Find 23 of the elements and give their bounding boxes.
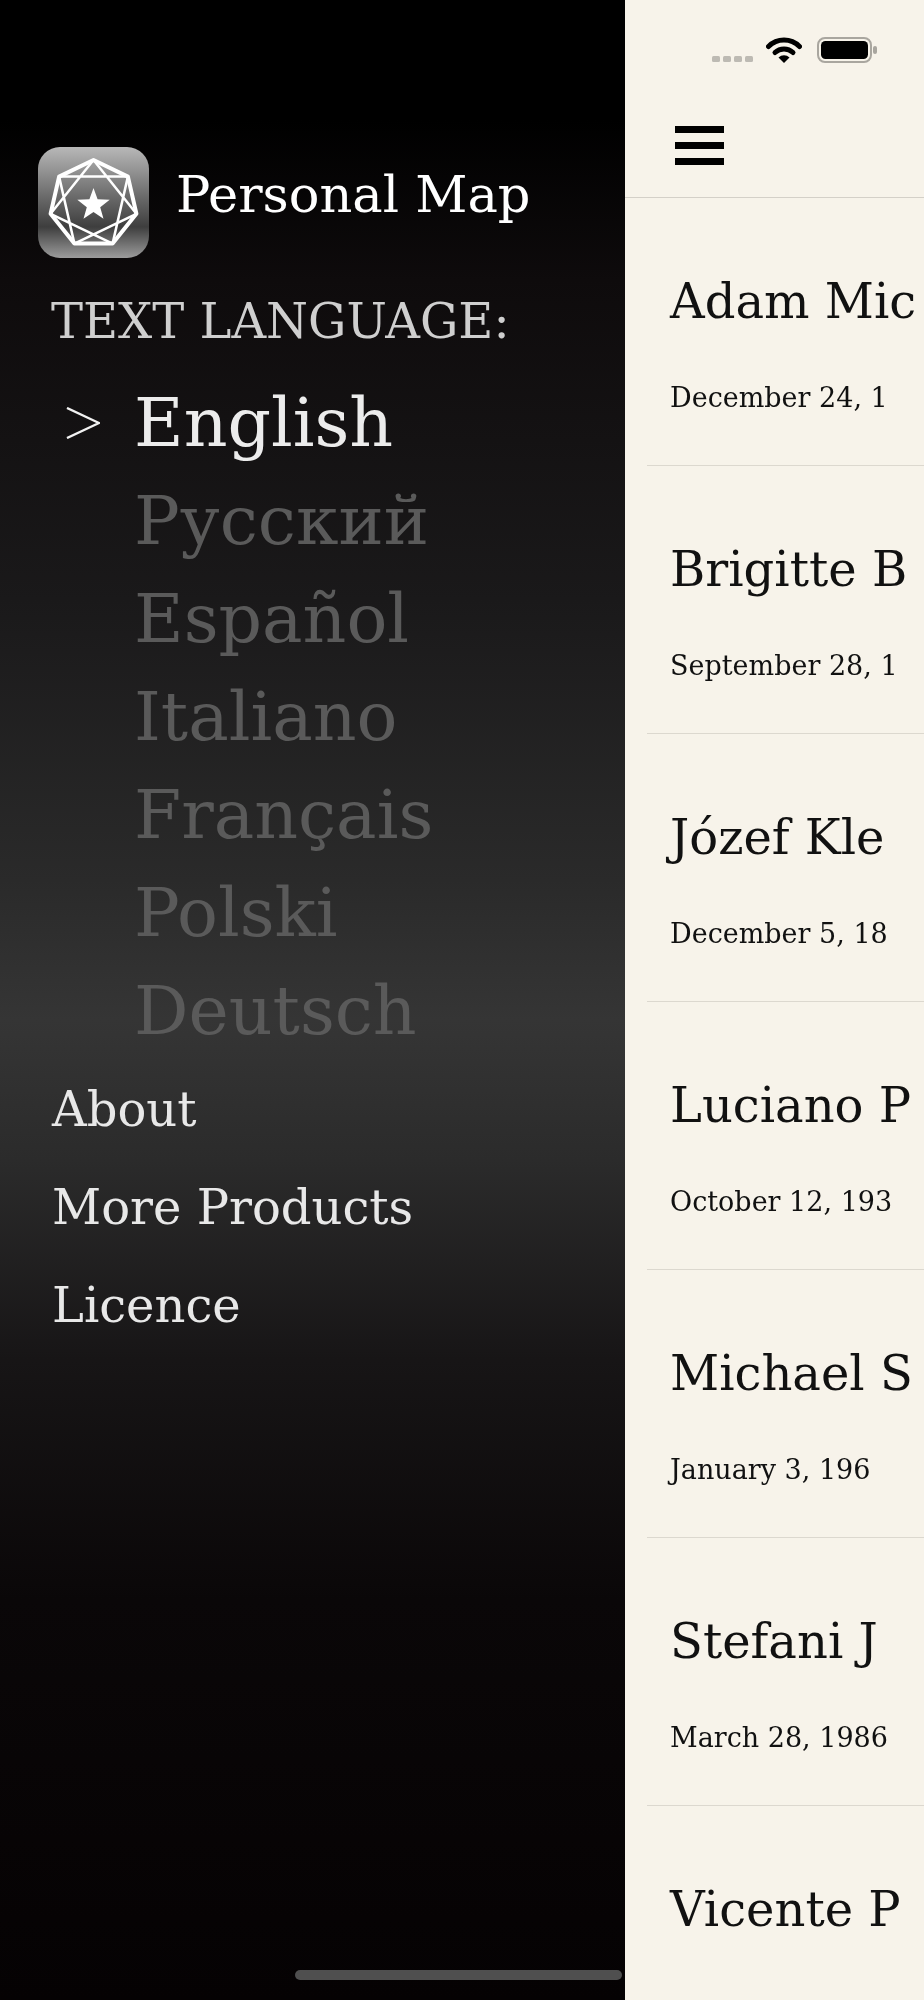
menu-icon[interactable] [675,126,724,165]
app-icon [38,147,149,258]
birth-date: December 24, 1 [670,384,888,411]
person-name: Luciano P [670,1081,911,1129]
person-name: Vicente P [670,1885,901,1933]
language-option[interactable]: Italiano [134,668,398,766]
birth-date: December 5, 18 [670,920,888,947]
language-option[interactable]: Русский [134,472,430,570]
person-name: Michael S [670,1349,913,1397]
signal-icon [712,56,753,62]
person-name: Adam Mic [670,277,917,325]
chevron-right-icon [66,407,100,439]
drawer-menu-item[interactable]: About [52,1060,197,1158]
battery-icon [817,37,877,63]
birth-date: October 12, 193 [670,1188,893,1215]
language-option[interactable]: Español [134,570,410,668]
wifi-icon [766,36,802,63]
language-option[interactable]: English [66,374,394,472]
drawer-menu-item[interactable]: Licence [52,1256,241,1354]
birth-date: September 28, 1 [670,652,898,679]
drawer-menu-item[interactable]: More Products [52,1158,414,1256]
birth-date: March 28, 1986 [670,1724,888,1751]
language-heading: TEXT LANGUAGE: [51,297,510,345]
